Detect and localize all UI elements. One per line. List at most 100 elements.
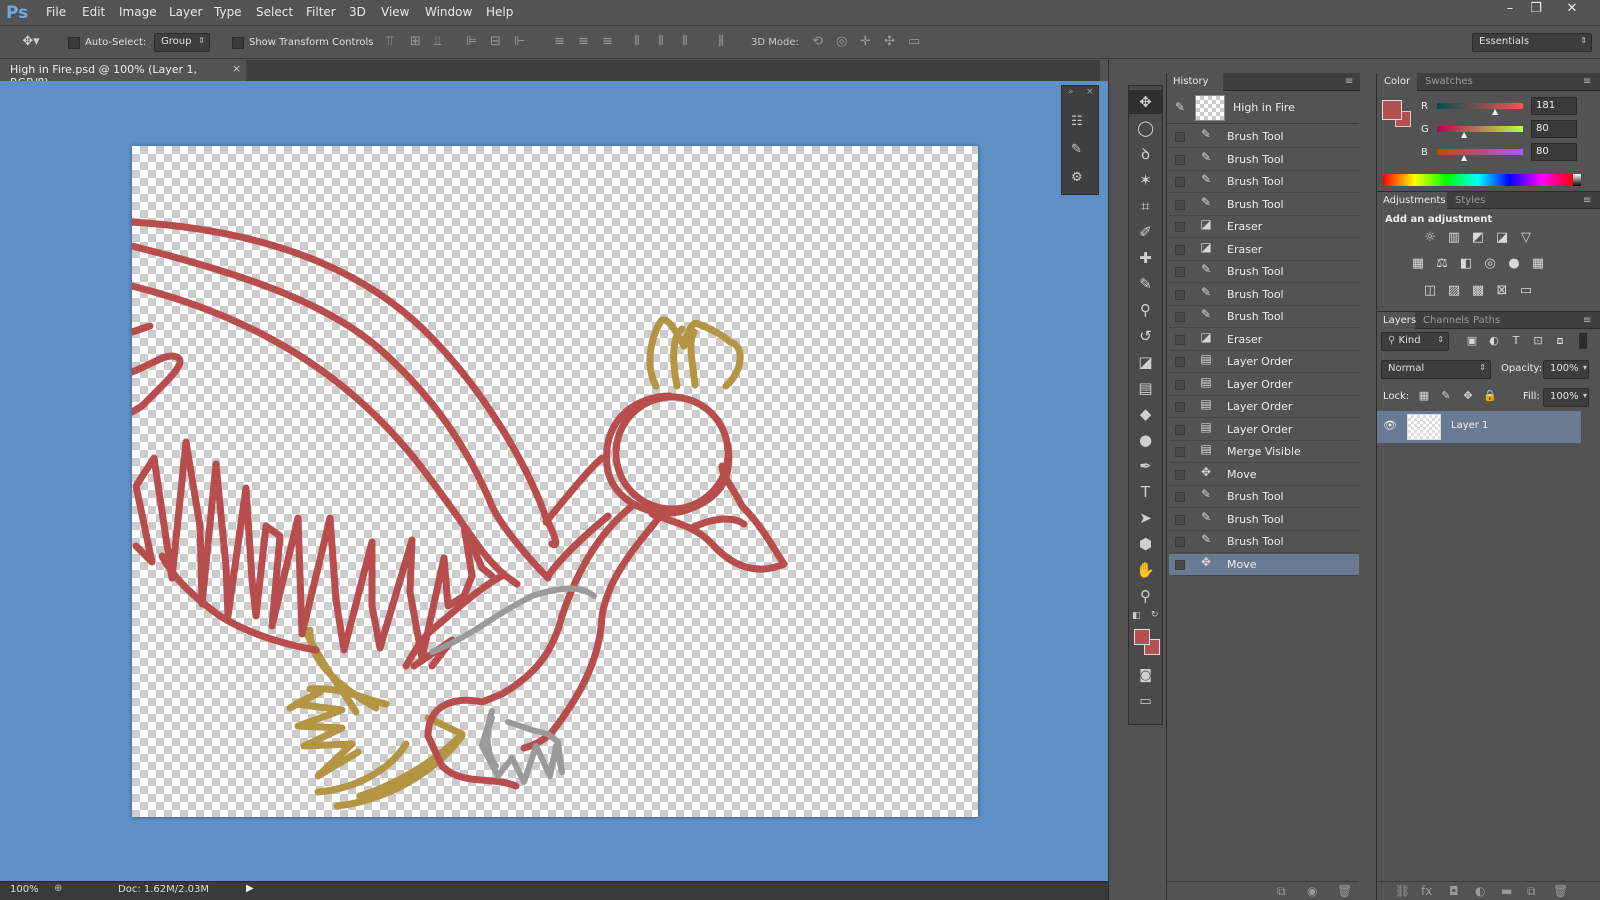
filter-type-icon[interactable]: T xyxy=(1507,334,1525,350)
eraser-tool-icon[interactable]: ◪ xyxy=(1129,350,1162,374)
history-brush-source-checkbox[interactable] xyxy=(1175,154,1185,165)
history-brush-source-checkbox[interactable] xyxy=(1175,312,1185,322)
menu-view[interactable]: View xyxy=(381,5,409,19)
history-snapshot[interactable]: ✎ High in Fire xyxy=(1167,92,1359,124)
photo-filter-icon[interactable]: ◎ xyxy=(1481,256,1499,272)
distribute-top-icon[interactable]: ≡ xyxy=(554,34,565,49)
brush-tool-icon[interactable]: ✎ xyxy=(1129,272,1162,296)
bw-ramp[interactable] xyxy=(1573,174,1581,186)
history-brush-tool-icon[interactable]: ↺ xyxy=(1129,324,1162,348)
menu-select[interactable]: Select xyxy=(256,5,293,19)
workspace-dropdown[interactable]: Essentials ⇕ xyxy=(1472,33,1592,52)
blur-tool-icon[interactable]: ◆ xyxy=(1129,402,1162,426)
gradient-map-icon[interactable]: ▭ xyxy=(1517,283,1535,299)
status-menu-arrow-icon[interactable]: ▶ xyxy=(246,883,254,894)
layer-style-icon[interactable]: fx xyxy=(1421,884,1432,898)
path-selection-tool-icon[interactable]: ➤ xyxy=(1129,506,1162,530)
hand-tool-icon[interactable]: ✋ xyxy=(1129,558,1162,582)
brush-presets-icon[interactable]: ✎ xyxy=(1071,142,1082,157)
history-brush-source-checkbox[interactable] xyxy=(1175,559,1185,570)
history-row[interactable]: ✥ Move xyxy=(1169,464,1359,486)
new-group-icon[interactable]: ▬ xyxy=(1501,884,1512,898)
align-vcenter-icon[interactable]: ⊞ xyxy=(410,34,421,49)
b-slider[interactable] xyxy=(1437,149,1523,155)
history-brush-source-checkbox[interactable] xyxy=(1175,379,1185,390)
threshold-icon[interactable]: ▩ xyxy=(1469,283,1487,299)
history-brush-source-checkbox[interactable] xyxy=(1175,537,1185,547)
tab-paths[interactable]: Paths xyxy=(1473,315,1500,326)
history-row[interactable]: ◪ Eraser xyxy=(1169,329,1359,351)
close-window-button[interactable]: ✕ xyxy=(1559,1,1585,19)
panel-menu-icon[interactable]: ≡ xyxy=(1583,76,1591,87)
pen-tool-icon[interactable]: ✒ xyxy=(1129,454,1162,478)
levels-icon[interactable]: ▥ xyxy=(1445,230,1463,246)
history-brush-source-checkbox[interactable] xyxy=(1175,334,1185,345)
history-row[interactable]: ✎ Brush Tool xyxy=(1169,531,1359,553)
3d-slide-icon[interactable]: ✣ xyxy=(884,34,895,49)
dodge-tool-icon[interactable]: ● xyxy=(1129,428,1162,452)
align-hcenter-icon[interactable]: ⊟ xyxy=(490,34,501,49)
vibrance-icon[interactable]: ▽ xyxy=(1517,230,1535,246)
filter-adjustment-icon[interactable]: ◐ xyxy=(1485,334,1503,350)
gradient-tool-icon[interactable]: ▤ xyxy=(1129,376,1162,400)
expand-panels-icon[interactable]: » xyxy=(1068,87,1074,97)
show-transform-checkbox[interactable] xyxy=(232,37,244,49)
align-top-icon[interactable]: ⫪ xyxy=(386,34,393,49)
move-tool-icon[interactable]: ✥ xyxy=(1129,90,1162,114)
tab-styles[interactable]: Styles xyxy=(1455,195,1485,206)
swap-colors-icon[interactable]: ↻ xyxy=(1151,610,1159,620)
healing-brush-tool-icon[interactable]: ✚ xyxy=(1129,246,1162,270)
new-snapshot-icon[interactable]: ◉ xyxy=(1307,884,1317,898)
history-brush-source-checkbox[interactable] xyxy=(1175,357,1185,367)
auto-align-icon[interactable]: ⫼ xyxy=(718,34,724,49)
g-slider-thumb-icon[interactable]: ▲ xyxy=(1461,130,1467,139)
posterize-icon[interactable]: ▨ xyxy=(1445,283,1463,299)
history-brush-source-checkbox[interactable] xyxy=(1175,424,1185,435)
history-brush-source-checkbox[interactable] xyxy=(1175,132,1185,142)
filter-pixel-icon[interactable]: ▣ xyxy=(1463,334,1481,350)
history-row[interactable]: ✎ Brush Tool xyxy=(1169,509,1359,531)
menu-3d[interactable]: 3D xyxy=(349,5,366,19)
3d-roll-icon[interactable]: ◎ xyxy=(836,34,847,49)
history-row[interactable]: ◪ Eraser xyxy=(1169,216,1359,238)
lock-position-icon[interactable]: ✥ xyxy=(1459,389,1477,405)
menu-edit[interactable]: Edit xyxy=(82,5,105,19)
delete-layer-icon[interactable]: 🗑 xyxy=(1553,884,1568,898)
history-brush-source-checkbox[interactable] xyxy=(1175,402,1185,412)
history-row[interactable]: ✎ Brush Tool xyxy=(1169,284,1359,306)
default-colors-icon[interactable]: ◧ xyxy=(1132,611,1141,621)
history-row[interactable]: ✥ Move xyxy=(1169,553,1359,576)
menu-window[interactable]: Window xyxy=(425,5,472,19)
history-row[interactable]: ▤ Layer Order xyxy=(1169,419,1359,441)
history-brush-source-checkbox[interactable] xyxy=(1175,289,1185,300)
g-slider[interactable] xyxy=(1437,126,1523,132)
history-brush-source-checkbox[interactable] xyxy=(1175,199,1185,210)
clone-stamp-tool-icon[interactable]: ⚲ xyxy=(1129,298,1162,322)
tab-layers[interactable]: Layers xyxy=(1383,315,1416,326)
lock-transparent-icon[interactable]: ▦ xyxy=(1415,389,1433,405)
align-bottom-icon[interactable]: ⫫ xyxy=(434,34,441,49)
color-balance-icon[interactable]: ⚖ xyxy=(1433,256,1451,272)
3d-rotate-icon[interactable]: ⟲ xyxy=(812,34,823,49)
menu-layer[interactable]: Layer xyxy=(169,5,202,19)
history-brush-source-checkbox[interactable] xyxy=(1175,514,1185,525)
r-slider[interactable] xyxy=(1437,103,1523,109)
visibility-eye-icon[interactable]: 👁 xyxy=(1383,419,1397,432)
auto-select-checkbox[interactable] xyxy=(68,37,80,49)
tab-history[interactable]: History xyxy=(1173,76,1209,87)
history-brush-source-checkbox[interactable] xyxy=(1175,492,1185,502)
tool-presets-icon[interactable]: ⚙ xyxy=(1071,170,1083,185)
zoom-tool-icon[interactable]: ⚲ xyxy=(1129,584,1162,608)
align-left-icon[interactable]: ⊫ xyxy=(466,34,477,49)
history-brush-source-checkbox[interactable] xyxy=(1175,469,1185,480)
channel-mixer-icon[interactable]: ● xyxy=(1505,256,1523,272)
history-row[interactable]: ✎ Brush Tool xyxy=(1169,149,1359,171)
history-brush-source-checkbox[interactable] xyxy=(1175,177,1185,187)
document-canvas[interactable] xyxy=(132,146,978,817)
eyedropper-tool-icon[interactable]: ✐ xyxy=(1129,220,1162,244)
filter-toggle[interactable] xyxy=(1579,333,1587,349)
add-mask-icon[interactable]: ◘ xyxy=(1449,884,1459,898)
opacity-field[interactable]: 100% ▾ xyxy=(1543,360,1589,379)
tab-adjustments[interactable]: Adjustments xyxy=(1383,195,1446,206)
selective-color-icon[interactable]: ⊠ xyxy=(1493,283,1511,299)
